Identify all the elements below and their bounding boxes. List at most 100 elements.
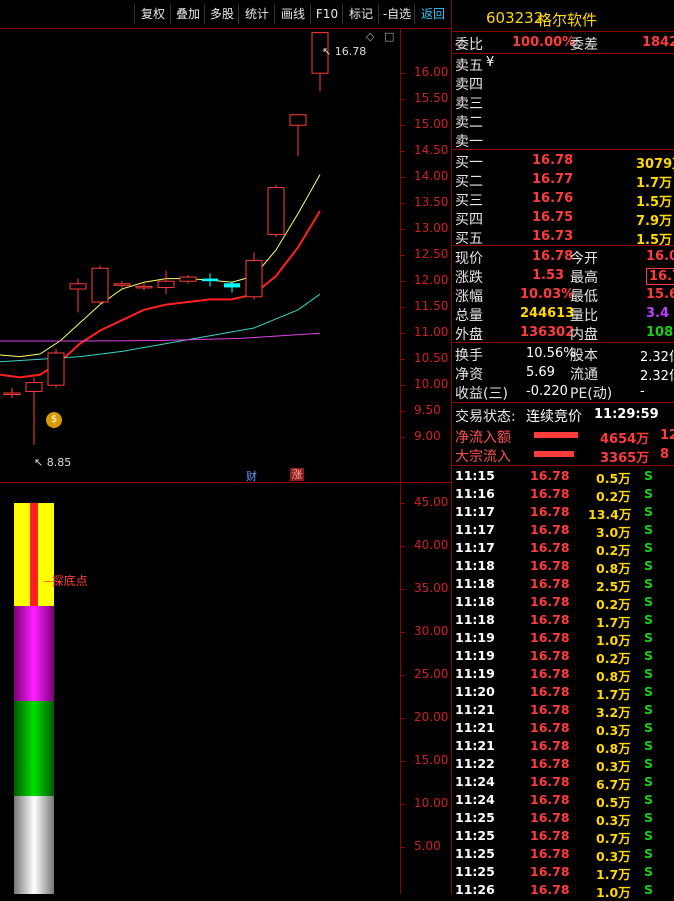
candle-body[interactable]: [157, 280, 175, 288]
weicha-label: 委差: [570, 37, 598, 53]
buy-level-volume: 1.5万: [636, 195, 673, 210]
toolbar-button-mark[interactable]: 标记: [342, 4, 379, 24]
toolbar-button-overlay[interactable]: 叠加: [170, 4, 205, 24]
limit-up-marker[interactable]: 涨: [290, 468, 304, 481]
candle-body[interactable]: [289, 114, 307, 126]
buy-level-price[interactable]: 16.77: [532, 172, 573, 187]
price-axis-tickmark: [400, 151, 405, 153]
stat-label: 今开: [570, 251, 598, 267]
tick-volume: 1.0万: [596, 633, 631, 648]
indicator-axis-tickmark: [400, 804, 405, 805]
stat-label: 总量: [455, 308, 483, 324]
candle-body[interactable]: [267, 187, 285, 235]
fundamental-value: -: [640, 384, 645, 399]
tick-time: 11:21: [455, 738, 495, 753]
indicator-band-magenta: [14, 606, 54, 701]
buy-level-price[interactable]: 16.73: [532, 229, 573, 244]
tick-volume: 0.2万: [596, 597, 631, 612]
candle-body[interactable]: [202, 278, 218, 282]
tick-price: 16.78: [530, 828, 570, 843]
tick-side: S: [644, 468, 654, 483]
tick-price: 16.78: [530, 576, 570, 591]
buy-level-price[interactable]: 16.76: [532, 191, 573, 206]
finance-marker[interactable]: 财: [246, 468, 257, 484]
price-axis-tick: 11.50: [414, 299, 449, 314]
price-axis-tick: 15.00: [414, 117, 449, 132]
stock-name[interactable]: 格尔软件: [537, 9, 597, 30]
price-axis-tick: 14.00: [414, 169, 449, 184]
square-icon[interactable]: □: [384, 30, 394, 43]
candle-body[interactable]: [113, 283, 131, 286]
fundamental-label: PE(动): [570, 386, 613, 402]
buy-level-volume: 7.9万: [636, 214, 673, 229]
stat-label: 量比: [570, 308, 598, 324]
candle-body[interactable]: [179, 276, 197, 282]
tick-time: 11:18: [455, 594, 495, 609]
tick-volume: 0.5万: [596, 471, 631, 486]
candle-body[interactable]: [69, 283, 87, 290]
indicator-axis-tickmark: [400, 503, 405, 504]
buy-level-price[interactable]: 16.78: [532, 153, 573, 168]
candle-body[interactable]: [25, 382, 43, 392]
price-axis-tick: 16.00: [414, 65, 449, 80]
tick-price: 16.78: [530, 486, 570, 501]
weicha-value: 1842: [642, 35, 674, 50]
sell-level-label: 卖三: [455, 96, 483, 112]
tick-time: 11:25: [455, 810, 495, 825]
tick-time: 11:18: [455, 612, 495, 627]
price-axis-tick: 14.50: [414, 143, 449, 158]
candle-body[interactable]: [135, 285, 153, 289]
tick-price: 16.78: [530, 594, 570, 609]
chart-toolbar: 复权 叠加 多股 统计 画线 F10 标记 -自选 返回: [0, 0, 452, 28]
toolbar-button-watchlist[interactable]: -自选: [378, 4, 415, 24]
tick-time: 11:18: [455, 558, 495, 573]
toolbar-button-f10[interactable]: F10: [310, 4, 343, 24]
tick-side: S: [644, 756, 654, 771]
tick-volume: 0.8万: [596, 561, 631, 576]
candle-body[interactable]: [3, 392, 21, 395]
toolbar-button-statistics[interactable]: 统计: [238, 4, 275, 24]
tick-side: S: [644, 720, 654, 735]
tick-price: 16.78: [530, 702, 570, 717]
tick-time: 11:25: [455, 846, 495, 861]
trade-status-value: 连续竞价: [526, 409, 582, 425]
sell-level-label: 卖五: [455, 58, 483, 74]
toolbar-button-fuquan[interactable]: 复权: [134, 4, 171, 24]
indicator-axis-tick: 30.00: [414, 624, 449, 638]
sell-level-label: 卖一: [455, 134, 483, 150]
buy-level-label: 买一: [455, 155, 483, 171]
tick-volume: 1.7万: [596, 867, 631, 882]
toolbar-button-back[interactable]: 返回: [414, 4, 451, 24]
stock-code[interactable]: 603232: [486, 9, 543, 27]
toolbar-button-multi-stock[interactable]: 多股: [204, 4, 239, 24]
candle-body[interactable]: [91, 267, 109, 303]
tick-side: S: [644, 594, 654, 609]
tick-volume: 0.3万: [596, 849, 631, 864]
toolbar-button-draw-line[interactable]: 画线: [274, 4, 311, 24]
tick-time: 11:24: [455, 774, 495, 789]
fundamental-value: 2.32亿: [640, 369, 674, 384]
price-axis-tick: 10.50: [414, 351, 449, 366]
candle-body[interactable]: [245, 259, 263, 298]
tick-time: 11:21: [455, 702, 495, 717]
diamond-icon[interactable]: ◇: [366, 30, 374, 43]
low-price-label: ↖ 8.85: [34, 456, 72, 469]
tick-side: S: [644, 828, 654, 843]
candle-body[interactable]: [224, 283, 240, 288]
price-axis-tick: 9.00: [414, 429, 441, 444]
axis-divider: [400, 28, 401, 894]
tick-side: S: [644, 648, 654, 663]
ma10-line: [0, 210, 321, 379]
money-bag-icon[interactable]: $: [46, 412, 62, 428]
stat-value: 3.4: [646, 306, 670, 321]
candle-body[interactable]: [47, 352, 65, 386]
stat-value: 1.53: [532, 268, 565, 283]
tick-side: S: [644, 684, 654, 699]
price-axis-tickmark: [400, 307, 405, 309]
stat-value: 15.6: [646, 287, 674, 302]
stat-label: 内盘: [570, 327, 598, 343]
flow-value: 4654万: [600, 432, 650, 447]
stat-label: 涨幅: [455, 289, 483, 305]
buy-level-price[interactable]: 16.75: [532, 210, 573, 225]
indicator-axis-tick: 5.00: [414, 839, 441, 853]
